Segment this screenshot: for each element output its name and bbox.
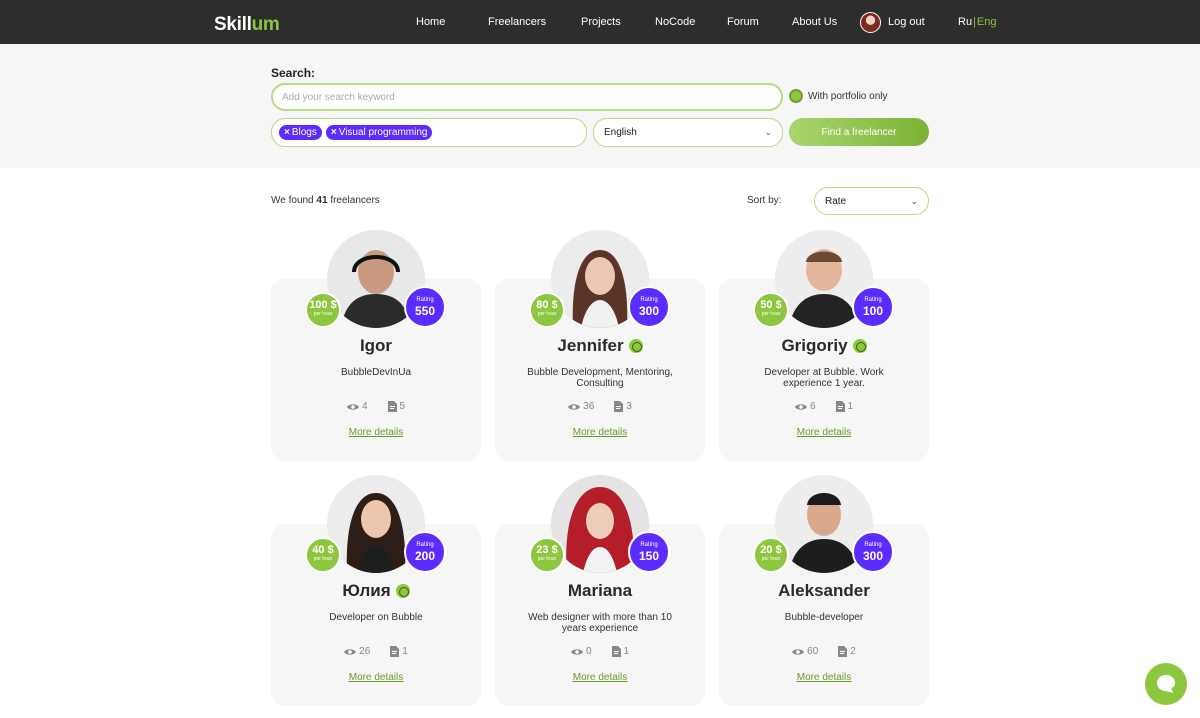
- projects-count: 5: [387, 401, 405, 412]
- user-avatar[interactable]: [860, 12, 881, 33]
- more-details-link[interactable]: More details: [271, 427, 481, 438]
- freelancer-stats: 45: [271, 401, 481, 412]
- views-count: 60: [792, 646, 818, 657]
- more-details-link[interactable]: More details: [271, 672, 481, 683]
- document-icon: [387, 401, 397, 412]
- nav-forum[interactable]: Forum: [727, 16, 759, 28]
- document-icon: [390, 646, 400, 657]
- freelancer-description: Bubble-developer: [784, 612, 864, 623]
- lang-en[interactable]: Eng: [977, 16, 997, 28]
- language-select-value: English: [604, 127, 637, 138]
- verified-icon: [852, 339, 867, 353]
- views-count: 0: [570, 646, 592, 657]
- rating-badge: Rating 300: [628, 286, 670, 328]
- portfolio-only-toggle[interactable]: With portfolio only: [789, 89, 887, 103]
- hourly-rate-badge: 40 $ per hour: [305, 537, 341, 573]
- sort-label: Sort by:: [747, 195, 782, 206]
- verified-icon: [628, 339, 643, 353]
- more-details-link[interactable]: More details: [719, 427, 929, 438]
- freelancer-stats: 36 3: [495, 401, 705, 412]
- hourly-rate-badge: 50 $ per hour: [753, 292, 789, 328]
- document-icon: [835, 401, 845, 412]
- hourly-rate-badge: 80 $ per hour: [529, 292, 565, 328]
- hourly-rate-badge: 100 $ per hour: [305, 292, 341, 328]
- freelancer-stats: 61: [719, 401, 929, 412]
- freelancer-name[interactable]: Mariana: [495, 581, 705, 601]
- views-count: 4: [346, 401, 368, 412]
- freelancer-name[interactable]: Юлия: [271, 581, 481, 601]
- projects-count: 3: [614, 401, 632, 412]
- chevron-down-icon: ⌄: [910, 195, 918, 206]
- eye-icon: [568, 403, 581, 410]
- rating-badge: Rating 150: [628, 531, 670, 573]
- rating-badge: Rating 100: [852, 286, 894, 328]
- logout-link[interactable]: Log out: [888, 16, 925, 28]
- eye-icon: [792, 648, 805, 655]
- top-navigation-bar: Skillum Home Freelancers Projects NoCode…: [0, 0, 1200, 56]
- more-details-link[interactable]: More details: [495, 672, 705, 683]
- projects-count: 2: [838, 646, 856, 657]
- freelancer-description: Web designer with more than 10 years exp…: [528, 612, 672, 634]
- hourly-rate-badge: 20 $ per hour: [753, 537, 789, 573]
- logo-text: Skillum: [214, 14, 280, 35]
- portfolio-checkbox[interactable]: [789, 89, 803, 103]
- views-count: 36: [568, 401, 594, 412]
- chevron-down-icon: ⌄: [764, 127, 772, 137]
- freelancer-description: Bubble Development, Mentoring, Consultin…: [527, 367, 673, 389]
- rating-badge: Rating 550: [404, 286, 446, 328]
- views-count: 26: [344, 646, 370, 657]
- nav-home[interactable]: Home: [416, 16, 445, 28]
- freelancer-stats: 60 2: [719, 646, 929, 657]
- freelancer-description: BubbleDevInUa: [340, 367, 412, 378]
- document-icon: [614, 401, 624, 412]
- more-details-link[interactable]: More details: [719, 672, 929, 683]
- portfolio-label: With portfolio only: [808, 90, 888, 102]
- freelancer-name[interactable]: Aleksander: [719, 581, 929, 601]
- document-icon: [611, 646, 621, 657]
- eye-icon: [794, 403, 807, 410]
- chat-bubble-icon: [1157, 675, 1175, 693]
- results-count: We found 41 freelancers: [271, 195, 380, 206]
- verified-icon: [395, 584, 410, 598]
- language-switcher: Ru|Eng: [958, 16, 997, 28]
- more-details-link[interactable]: More details: [495, 427, 705, 438]
- tags-input[interactable]: × Blogs × Visual programming: [271, 118, 587, 147]
- lang-ru[interactable]: Ru: [958, 16, 972, 28]
- projects-count: 1: [390, 646, 408, 657]
- freelancer-name[interactable]: Grigoriy: [719, 336, 929, 356]
- nav-projects[interactable]: Projects: [581, 16, 621, 28]
- tag-chip[interactable]: × Visual programming: [325, 125, 433, 140]
- freelancer-stats: 01: [495, 646, 705, 657]
- freelancer-name[interactable]: Igor: [271, 336, 481, 356]
- projects-count: 1: [611, 646, 629, 657]
- projects-count: 1: [835, 401, 853, 412]
- views-count: 6: [794, 401, 816, 412]
- nav-nocode[interactable]: NoCode: [655, 16, 695, 28]
- remove-tag-icon[interactable]: ×: [284, 127, 290, 138]
- sort-select[interactable]: Rate ⌄: [814, 187, 929, 215]
- rating-badge: Rating 200: [404, 531, 446, 573]
- language-select[interactable]: English ⌄: [593, 118, 783, 147]
- freelancer-description: Developer on Bubble: [329, 612, 423, 623]
- freelancer-stats: 26 1: [271, 646, 481, 657]
- freelancer-description: Developer at Bubble. Work experience 1 y…: [764, 367, 884, 389]
- hourly-rate-badge: 23 $ per hour: [529, 537, 565, 573]
- sort-select-value: Rate: [825, 195, 847, 207]
- find-freelancer-button[interactable]: Find a freelancer: [789, 118, 929, 146]
- search-input[interactable]: [271, 83, 783, 111]
- lang-separator: |: [973, 16, 976, 28]
- nav-freelancers[interactable]: Freelancers: [488, 16, 546, 28]
- tag-chip[interactable]: × Blogs: [279, 125, 322, 140]
- eye-icon: [346, 403, 359, 410]
- eye-icon: [344, 648, 357, 655]
- nav-about-us[interactable]: About Us: [792, 16, 837, 28]
- eye-icon: [570, 648, 583, 655]
- freelancer-name[interactable]: Jennifer: [495, 336, 705, 356]
- rating-badge: Rating 300: [852, 531, 894, 573]
- chat-widget-button[interactable]: [1145, 663, 1187, 705]
- search-label: Search:: [271, 66, 316, 80]
- remove-tag-icon[interactable]: ×: [331, 127, 337, 138]
- document-icon: [838, 646, 848, 657]
